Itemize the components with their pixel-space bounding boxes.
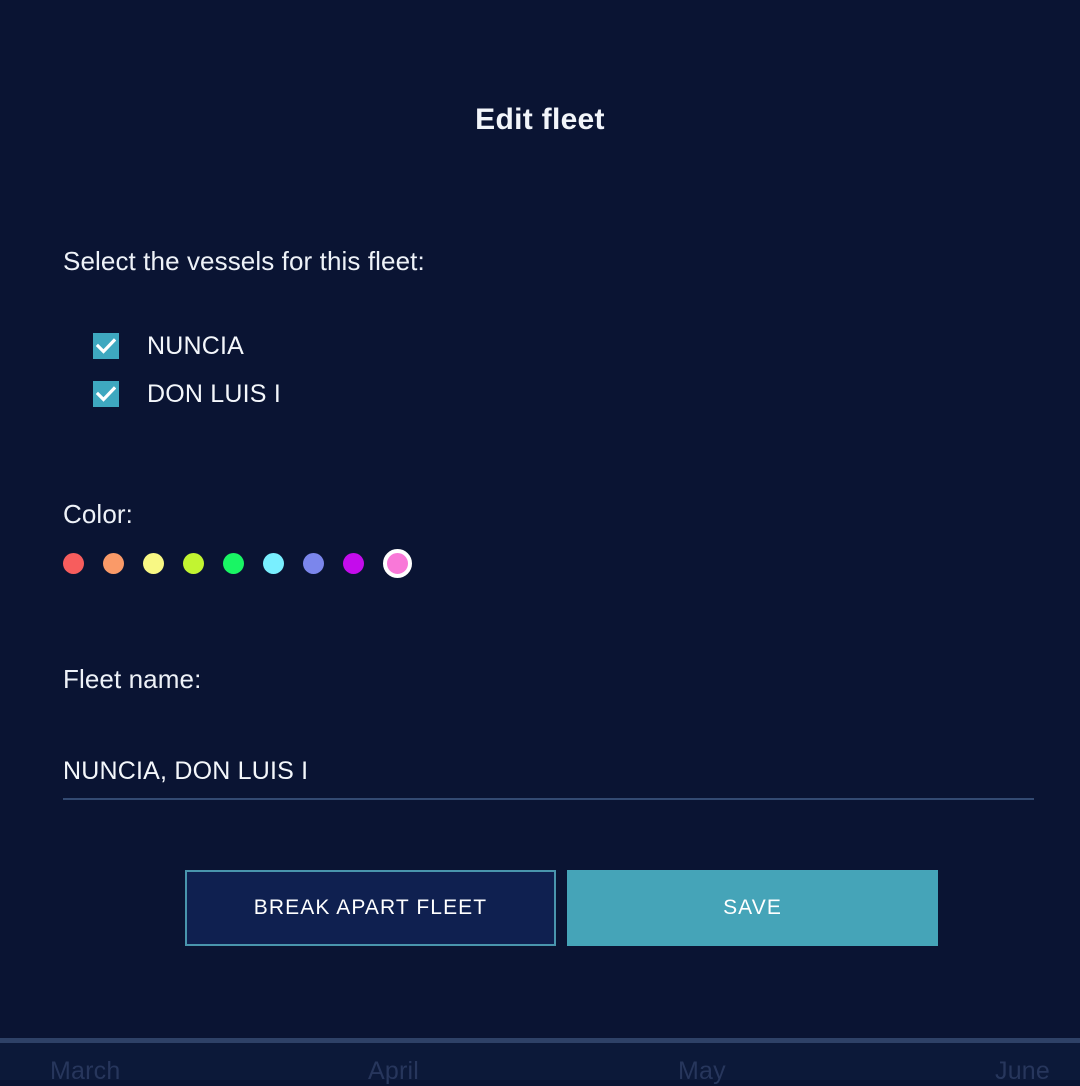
color-swatch-icon — [183, 552, 204, 574]
color-swatch-icon — [223, 552, 244, 574]
month-label: March — [50, 1057, 121, 1085]
color-swatch-icon — [143, 552, 164, 574]
color-swatch-pink[interactable] — [383, 548, 423, 578]
page-title: Edit fleet — [475, 103, 605, 136]
save-button[interactable]: SAVE — [567, 870, 938, 946]
vessel-row[interactable]: NUNCIA — [93, 322, 281, 370]
color-swatch-green[interactable] — [223, 548, 263, 578]
color-swatch-red[interactable] — [63, 548, 103, 578]
month-label: May — [678, 1057, 726, 1085]
color-swatch-icon — [343, 552, 364, 574]
color-swatch-icon — [263, 552, 284, 574]
color-section-label: Color: — [63, 499, 133, 529]
color-swatch-magenta[interactable] — [343, 548, 383, 578]
color-swatch-periwinkle[interactable] — [303, 548, 343, 578]
color-swatch-selected-icon — [383, 548, 412, 578]
color-swatch-row — [63, 548, 423, 578]
month-label: April — [368, 1057, 420, 1085]
background-timeline — [0, 1043, 1080, 1080]
color-swatch-icon — [303, 552, 324, 574]
vessel-name-label: NUNCIA — [147, 331, 245, 360]
vessel-row[interactable]: DON LUIS I — [93, 370, 281, 418]
checkbox-checked-icon[interactable] — [93, 381, 119, 407]
fleet-name-input[interactable] — [63, 744, 1034, 800]
modal-bottom-divider — [0, 1038, 1080, 1043]
month-label: June — [995, 1057, 1051, 1085]
checkbox-checked-icon[interactable] — [93, 333, 119, 359]
vessel-list: NUNCIA DON LUIS I — [93, 322, 281, 418]
edit-fleet-modal: Edit fleet Select the vessels for this f… — [0, 0, 1080, 1038]
app-screen: March April May June Edit fleet Select the … — [0, 0, 1080, 1085]
color-swatch-lime[interactable] — [183, 548, 223, 578]
color-swatch-cyan[interactable] — [263, 548, 303, 578]
vessel-name-label: DON LUIS I — [147, 379, 281, 408]
color-swatch-yellow[interactable] — [143, 548, 183, 578]
color-swatch-orange[interactable] — [103, 548, 143, 578]
vessels-section-label: Select the vessels for this fleet: — [63, 246, 425, 276]
color-swatch-icon — [103, 552, 124, 574]
break-apart-fleet-button[interactable]: BREAK APART FLEET — [185, 870, 556, 946]
color-swatch-icon — [63, 552, 84, 574]
fleet-name-label: Fleet name: — [63, 664, 202, 694]
